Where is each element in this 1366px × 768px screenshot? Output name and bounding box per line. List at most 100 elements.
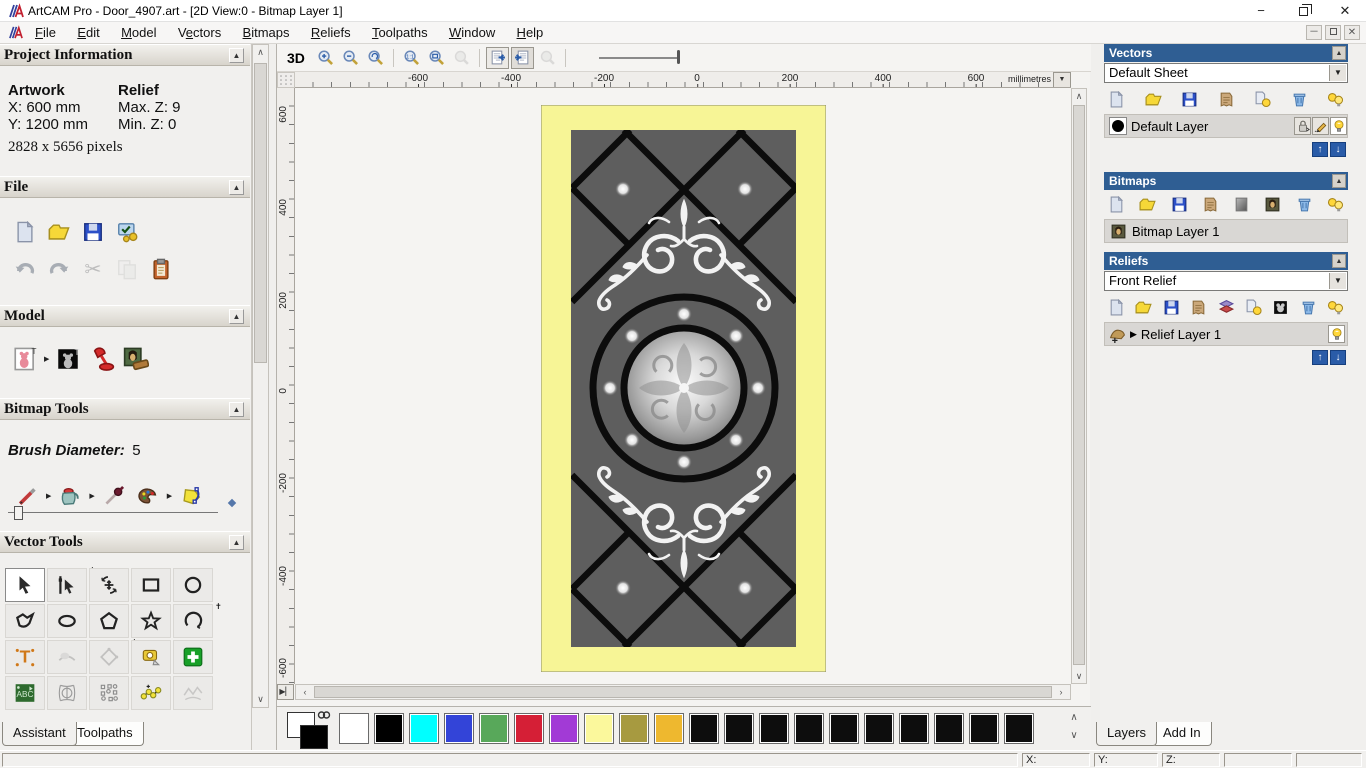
- new-layer-button[interactable]: [1108, 196, 1125, 213]
- assistant-scrollbar[interactable]: ∧ ∨: [252, 44, 269, 708]
- toggle-vis-button[interactable]: [1245, 299, 1262, 316]
- file-section-header[interactable]: File ▲: [0, 176, 250, 198]
- link-colours-icon[interactable]: [317, 710, 331, 720]
- texture-relief-button[interactable]: [119, 343, 153, 375]
- scroll-thumb[interactable]: [314, 686, 1052, 698]
- color-swatch[interactable]: [1004, 713, 1034, 744]
- create-polyline-button[interactable]: [5, 604, 45, 638]
- tab-add-in[interactable]: Add In: [1152, 722, 1212, 746]
- delete-layer-button[interactable]: [1300, 299, 1317, 316]
- scroll-down-arrow[interactable]: ∨: [253, 692, 268, 707]
- expand-layer-icon[interactable]: ▶: [1130, 329, 1137, 340]
- project-information-header[interactable]: Project Information ▲: [0, 44, 250, 66]
- text-in-box-button[interactable]: ABC: [5, 676, 45, 710]
- bitmap-layer-row[interactable]: Bitmap Layer 1: [1104, 219, 1348, 243]
- primary-secondary-colours[interactable]: [287, 710, 335, 750]
- child-close-button[interactable]: ✕: [1344, 25, 1360, 40]
- block-copy-button[interactable]: [89, 676, 129, 710]
- all-layers-on-button[interactable]: [1327, 196, 1344, 213]
- menu-help[interactable]: Help: [508, 22, 553, 43]
- flood-fill-button[interactable]: [53, 480, 87, 512]
- color-swatch[interactable]: [759, 713, 789, 744]
- fit-arcs-button[interactable]: [173, 676, 213, 710]
- node-editing-button[interactable]: [47, 568, 87, 602]
- scroll-right-arrow[interactable]: ›: [1054, 685, 1068, 699]
- collapse-section-button[interactable]: ▲: [229, 180, 244, 195]
- menu-edit[interactable]: Edit: [68, 22, 108, 43]
- collapse-panel-button[interactable]: ▲: [1332, 254, 1346, 268]
- paste-button[interactable]: [144, 253, 178, 285]
- snoop-button[interactable]: [536, 47, 559, 69]
- color-swatch[interactable]: [794, 713, 824, 744]
- flyout-arrow-icon[interactable]: ▶: [167, 492, 172, 500]
- zoom-fit-button[interactable]: [425, 47, 448, 69]
- cut-button[interactable]: [76, 253, 110, 285]
- menu-window[interactable]: Window: [440, 22, 504, 43]
- delete-layer-button[interactable]: [1296, 196, 1313, 213]
- color-swatch[interactable]: [374, 713, 404, 744]
- layer-to-model-button[interactable]: [1264, 196, 1281, 213]
- dropdown-arrow-icon[interactable]: ▼: [1329, 273, 1346, 289]
- scroll-up-arrow[interactable]: ∧: [1072, 89, 1086, 103]
- save-layer-button[interactable]: [1163, 299, 1180, 316]
- color-swatch[interactable]: [339, 713, 369, 744]
- measure-button[interactable]: [131, 640, 171, 674]
- greyscale-layer-button[interactable]: [1233, 196, 1250, 213]
- create-arc-button[interactable]: [173, 604, 213, 638]
- scroll-down-arrow[interactable]: ∨: [1072, 669, 1086, 683]
- palette-toggle-button[interactable]: ▶▏: [277, 684, 294, 700]
- units-dropdown-button[interactable]: ▼: [1053, 72, 1071, 88]
- select-vectors-button[interactable]: [5, 568, 45, 602]
- vector-sheet-select[interactable]: Default Sheet▼: [1104, 63, 1348, 83]
- minimize-button[interactable]: −: [1246, 2, 1276, 20]
- tab-layers[interactable]: Layers: [1096, 722, 1157, 746]
- layer-colour-swatch[interactable]: [1109, 117, 1127, 135]
- color-swatch[interactable]: [584, 713, 614, 744]
- 2d-view-canvas[interactable]: [295, 88, 1071, 684]
- menu-file[interactable]: File: [26, 22, 65, 43]
- restore-button[interactable]: [1288, 2, 1318, 20]
- undo-button[interactable]: [8, 253, 42, 285]
- collapse-panel-button[interactable]: ▲: [1332, 174, 1346, 188]
- slider-handle[interactable]: [677, 50, 680, 64]
- color-swatch[interactable]: [724, 713, 754, 744]
- scroll-left-arrow[interactable]: ‹: [298, 685, 312, 699]
- open-model-button[interactable]: [42, 216, 76, 248]
- color-swatch[interactable]: [969, 713, 999, 744]
- merge-layers-button[interactable]: [1190, 299, 1207, 316]
- canvas-hscrollbar[interactable]: ‹ ›: [295, 684, 1071, 700]
- menu-model[interactable]: Model: [112, 22, 165, 43]
- collapse-section-button[interactable]: ▲: [229, 309, 244, 324]
- tab-toolpaths[interactable]: Toolpaths: [66, 722, 144, 746]
- save-layer-button[interactable]: [1181, 91, 1198, 108]
- toggle-layers-button[interactable]: [511, 47, 534, 69]
- move-layer-up-button[interactable]: ↑: [1312, 350, 1328, 365]
- delete-layer-button[interactable]: [1291, 91, 1308, 108]
- palette-editor-button[interactable]: [131, 480, 165, 512]
- palette-scroll-up[interactable]: ∧: [1067, 712, 1081, 723]
- copy-button[interactable]: [110, 253, 144, 285]
- menu-vectors[interactable]: Vectors: [169, 22, 230, 43]
- color-swatch[interactable]: [549, 713, 579, 744]
- ruler-origin-button[interactable]: [277, 72, 295, 88]
- color-swatch[interactable]: [829, 713, 859, 744]
- color-swatch[interactable]: [689, 713, 719, 744]
- flyout-arrow-icon[interactable]: ▶: [89, 492, 94, 500]
- scroll-thumb[interactable]: [1073, 105, 1085, 665]
- reliefs-panel-header[interactable]: Reliefs ▲: [1104, 252, 1348, 270]
- toggle-vis-button[interactable]: [1254, 91, 1271, 108]
- color-swatch[interactable]: [409, 713, 439, 744]
- flyout-arrow-icon[interactable]: ▶: [46, 492, 51, 500]
- new-model-button[interactable]: [8, 216, 42, 248]
- color-swatch[interactable]: [619, 713, 649, 744]
- scroll-up-arrow[interactable]: ∧: [253, 45, 268, 60]
- color-swatch[interactable]: [654, 713, 684, 744]
- relief-layer-row[interactable]: ▶ Relief Layer 1: [1104, 322, 1348, 346]
- save-model-button[interactable]: [76, 216, 110, 248]
- transform-vectors-button[interactable]: [89, 568, 129, 602]
- all-layers-on-button[interactable]: [1327, 299, 1344, 316]
- lighting-button[interactable]: [85, 343, 119, 375]
- merge-layers-button[interactable]: [1202, 196, 1219, 213]
- color-swatch[interactable]: [934, 713, 964, 744]
- scroll-thumb[interactable]: [254, 63, 267, 363]
